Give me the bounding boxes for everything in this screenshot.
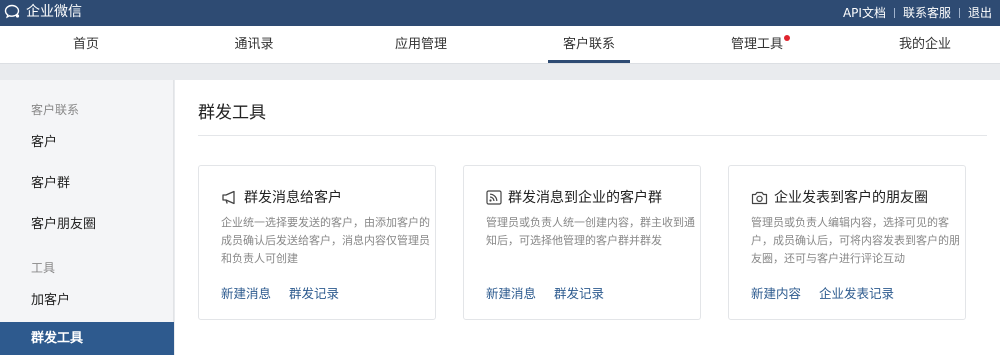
nav-home[interactable]: 首页 <box>45 26 127 63</box>
sidebar-item-customer-moments[interactable]: 客户朋友圈 <box>0 212 174 238</box>
card-actions: 新建消息 群发记录 <box>486 283 604 302</box>
main-content: 群发工具 群发消息给客户 企业统一选择要发送的客户，由添加客户的成员确认后发送给… <box>175 80 1000 355</box>
api-docs-link[interactable]: API文档 <box>835 0 894 26</box>
new-content-link[interactable]: 新建内容 <box>751 283 801 302</box>
sidebar: 客户联系 客户 客户群 客户朋友圈 工具 加客户 群发工具 <box>0 80 174 355</box>
broadcast-history-link[interactable]: 群发记录 <box>289 283 339 302</box>
nav-label: 通讯录 <box>234 37 274 52</box>
sidebar-group-customer-contact: 客户联系 <box>31 103 80 117</box>
new-message-link[interactable]: 新建消息 <box>221 283 271 302</box>
card-description: 管理员或负责人统一创建内容，群主收到通知后，可选择他管理的客户群并群发 <box>486 216 695 247</box>
card-title: 企业发表到客户的朋友圈 <box>774 190 928 206</box>
sidebar-item-customers[interactable]: 客户 <box>0 130 174 156</box>
sidebar-item-add-customer[interactable]: 加客户 <box>0 288 174 314</box>
nav-label: 应用管理 <box>394 37 447 52</box>
divider <box>198 135 987 136</box>
card-header: 群发消息到企业的客户群 <box>486 187 662 207</box>
broadcast-icon <box>486 189 502 205</box>
new-message-link[interactable]: 新建消息 <box>486 283 536 302</box>
card-post-to-moments: 企业发表到客户的朋友圈 管理员或负责人编辑内容，选择可见的客户，成员确认后，可将… <box>728 165 966 320</box>
nav-label: 我的企业 <box>898 37 951 52</box>
nav-my-enterprise[interactable]: 我的企业 <box>884 26 966 63</box>
page-title: 群发工具 <box>198 103 266 123</box>
card-description: 企业统一选择要发送的客户，由添加客户的成员确认后发送给客户，消息内容仅管理员和负… <box>221 216 430 265</box>
sidebar-item-customer-groups[interactable]: 客户群 <box>0 171 174 197</box>
notification-dot <box>784 35 790 41</box>
card-description: 管理员或负责人编辑内容，选择可见的客户，成员确认后，可将内容发表到客户的朋友圈，… <box>751 216 960 265</box>
nav-label: 客户联系 <box>562 37 615 52</box>
card-broadcast-to-groups: 群发消息到企业的客户群 管理员或负责人统一创建内容，群主收到通知后，可选择他管理… <box>463 165 701 320</box>
nav-app-management[interactable]: 应用管理 <box>380 26 462 63</box>
active-tab-indicator <box>548 60 630 63</box>
sidebar-group-tools: 工具 <box>31 261 56 275</box>
nav-label: 管理工具 <box>730 37 783 52</box>
nav-contacts[interactable]: 通讯录 <box>213 26 295 63</box>
app-title: 企业微信 <box>26 4 82 20</box>
card-title: 群发消息给客户 <box>244 190 342 206</box>
main-nav: 首页 通讯录 应用管理 客户联系 管理工具 我的企业 <box>0 26 1000 64</box>
brand-logo[interactable]: 企业微信 <box>4 3 82 21</box>
top-bar: 企业微信 API文档 联系客服 退出 <box>0 0 1000 26</box>
enterprise-post-history-link[interactable]: 企业发表记录 <box>819 283 894 302</box>
logout-link[interactable]: 退出 <box>960 0 1000 26</box>
broadcast-history-link[interactable]: 群发记录 <box>554 283 604 302</box>
card-title: 群发消息到企业的客户群 <box>508 190 662 206</box>
megaphone-icon <box>222 190 235 204</box>
card-actions: 新建消息 群发记录 <box>221 283 339 302</box>
card-header: 企业发表到客户的朋友圈 <box>751 187 928 207</box>
card-header: 群发消息给客户 <box>221 187 342 207</box>
camera-icon <box>751 191 768 204</box>
card-actions: 新建内容 企业发表记录 <box>751 283 894 302</box>
nav-management-tools[interactable]: 管理工具 <box>716 26 798 63</box>
nav-label: 首页 <box>72 37 99 52</box>
sidebar-item-broadcast-tools[interactable]: 群发工具 <box>0 322 174 355</box>
card-broadcast-to-customers: 群发消息给客户 企业统一选择要发送的客户，由添加客户的成员确认后发送给客户，消息… <box>198 165 436 320</box>
contact-support-link[interactable]: 联系客服 <box>895 0 959 26</box>
top-links: API文档 联系客服 退出 <box>835 0 1000 26</box>
nav-customer-contact[interactable]: 客户联系 <box>548 26 630 63</box>
wecom-logo-icon <box>4 4 20 19</box>
